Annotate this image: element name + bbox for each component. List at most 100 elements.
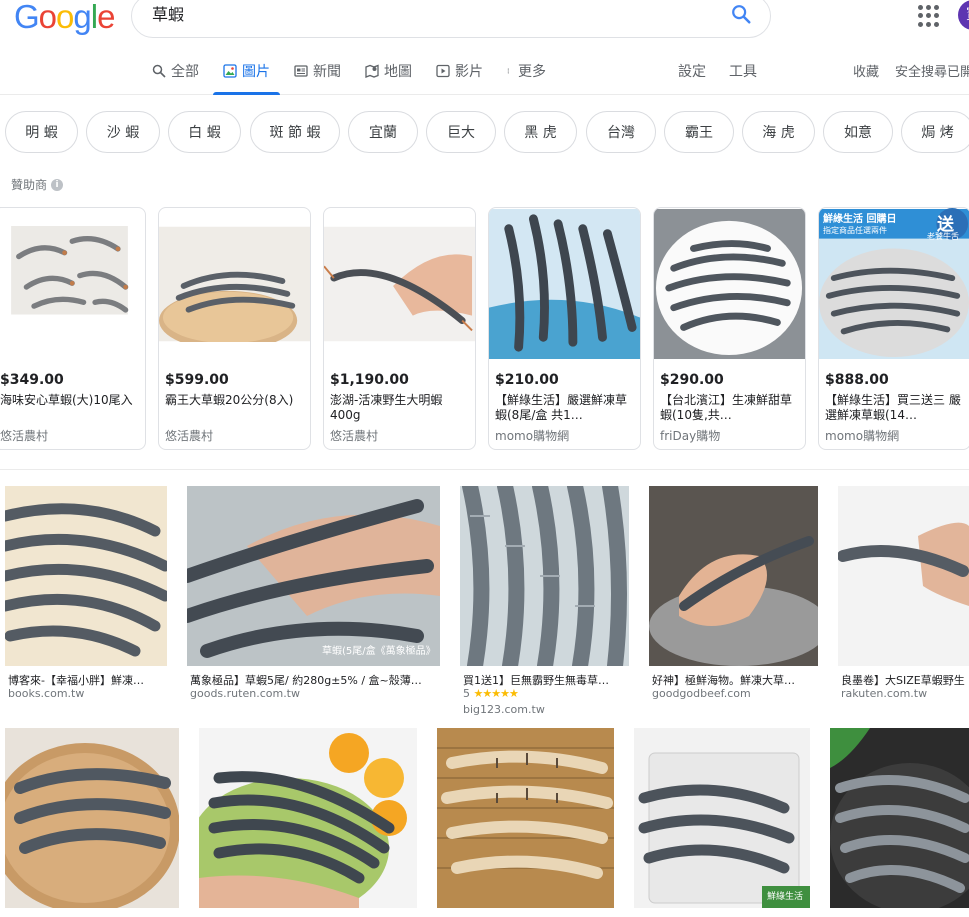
tab-maps[interactable]: 地圖	[365, 61, 412, 95]
chip[interactable]: 霸王	[664, 111, 734, 153]
result-caption: 買1送1】巨無霸野生無毒草…	[463, 674, 609, 687]
image-result[interactable]	[437, 728, 614, 917]
search-icon[interactable]	[730, 3, 752, 25]
chip[interactable]: 如意	[823, 111, 893, 153]
image-watermark: 鮮綠生活	[767, 892, 804, 902]
result-caption: 萬象極品】草蝦5尾/ 約280g±5% / 盒~殼薄…	[190, 674, 422, 687]
chip[interactable]: 巨大	[426, 111, 496, 153]
product-card[interactable]: $290.00 【台北濱江】生凍鮮甜草蝦(10隻,共… friDay購物	[653, 207, 806, 450]
product-price: $210.00	[495, 372, 559, 388]
result-image	[460, 486, 629, 666]
image-result[interactable]	[830, 728, 969, 917]
chip[interactable]: 海 虎	[742, 111, 815, 153]
search-input[interactable]: 草蝦	[152, 3, 184, 27]
tab-label: 地圖	[384, 64, 412, 80]
collections-link[interactable]: 收藏	[853, 61, 879, 80]
settings-link[interactable]: 設定	[678, 61, 706, 81]
product-image	[324, 226, 475, 342]
result-domain: big123.com.tw	[463, 703, 545, 716]
result-image	[187, 486, 440, 666]
sponsored-text: 贊助商	[11, 178, 48, 192]
chip[interactable]: 黑 虎	[504, 111, 577, 153]
product-price: $290.00	[660, 372, 724, 388]
result-domain: rakuten.com.tw	[841, 687, 928, 700]
result-image	[5, 728, 179, 908]
promo-badge-sub: 老饕牛舌	[927, 232, 959, 241]
product-merchant: 悠活農村	[330, 429, 379, 443]
more-icon	[507, 68, 509, 74]
chip[interactable]: 沙 蝦	[86, 111, 160, 153]
image-result[interactable]: 鮮綠生活	[634, 728, 810, 917]
promo-banner-sub: 指定商品任選兩件	[823, 226, 887, 235]
result-domain: books.com.tw	[8, 687, 85, 700]
product-card[interactable]: $349.00 海味安心草蝦(大)10尾入 悠活農村	[0, 207, 146, 450]
chip[interactable]: 宜蘭	[348, 111, 418, 153]
product-card[interactable]: 鮮綠生活 回購日 指定商品任選兩件 送 老饕牛舌 $888.00 【鮮綠生活】買…	[818, 207, 969, 450]
tab-more[interactable]: 更多	[507, 61, 546, 95]
image-result[interactable]	[199, 728, 417, 917]
image-result[interactable]: 博客來-【幸福小胖】鮮凍… books.com.tw	[5, 486, 167, 706]
tab-images[interactable]: 圖片	[213, 61, 280, 95]
chip[interactable]: 明 蝦	[5, 111, 78, 153]
logo-letter: e	[97, 0, 115, 35]
chip[interactable]: 台灣	[586, 111, 656, 153]
tab-label: 新聞	[313, 64, 341, 80]
image-watermark: 草蝦(5尾/盒《萬象極品》	[322, 646, 436, 657]
google-logo[interactable]: Google	[14, 0, 115, 35]
chip[interactable]: 焗 烤	[901, 111, 969, 153]
tab-news[interactable]: 新聞	[294, 61, 341, 95]
avatar[interactable]: 寶	[958, 0, 969, 30]
product-image	[159, 226, 310, 342]
chip[interactable]: 斑 節 蝦	[250, 111, 340, 153]
section-divider	[0, 469, 969, 470]
product-title: 海味安心草蝦(大)10尾入	[0, 393, 133, 407]
search-icon	[152, 64, 166, 78]
logo-letter: o	[56, 0, 74, 35]
image-result[interactable]: 好神】極鮮海物。鮮凍大草… goodgodbeef.com	[649, 486, 818, 706]
product-card[interactable]: $1,190.00 澎湖-活凍野生大明蝦400g 悠活農村	[323, 207, 476, 450]
image-icon	[223, 64, 237, 78]
tab-all[interactable]: 全部	[152, 61, 199, 95]
product-merchant: momo購物網	[825, 429, 900, 443]
news-icon	[294, 65, 308, 77]
image-result[interactable]: 草蝦(5尾/盒《萬象極品》 萬象極品】草蝦5尾/ 約280g±5% / 盒~殼薄…	[187, 486, 440, 706]
product-merchant: 悠活農村	[0, 429, 49, 443]
product-title: 【鮮綠生活】買三送三 嚴選鮮凍草蝦(14…	[825, 393, 961, 422]
result-image	[199, 728, 417, 908]
search-tabs: 全部 圖片 新聞 地圖 影片 更多 設定 工具 收藏 安全搜尋已開	[0, 55, 969, 95]
search-box[interactable]: 草蝦	[131, 0, 771, 38]
result-caption: 良墨卷】大SIZE草蝦野生	[841, 674, 965, 687]
rating-value: 5	[463, 687, 470, 700]
sponsored-label: 贊助商 i	[11, 176, 64, 193]
chip[interactable]: 白 蝦	[168, 111, 241, 153]
result-image	[830, 728, 969, 908]
result-image	[437, 728, 614, 908]
product-card[interactable]: $599.00 霸王大草蝦20公分(8入) 悠活農村	[158, 207, 311, 450]
tools-link[interactable]: 工具	[729, 61, 757, 81]
video-icon	[436, 64, 450, 78]
product-title: 澎湖-活凍野生大明蝦400g	[330, 393, 443, 422]
result-domain: goodgodbeef.com	[652, 687, 751, 700]
tab-videos[interactable]: 影片	[436, 61, 483, 95]
result-image	[634, 728, 810, 908]
tab-label: 全部	[171, 64, 199, 80]
product-price: $1,190.00	[330, 372, 409, 388]
promo-banner: 鮮綠生活 回購日	[823, 214, 897, 225]
result-image	[5, 486, 167, 666]
product-image	[654, 208, 805, 360]
shopping-carousel: $349.00 海味安心草蝦(大)10尾入 悠活農村 $599.00 霸王大草蝦…	[0, 207, 969, 450]
product-card[interactable]: $210.00 【鮮綠生活】嚴選鮮凍草蝦(8尾/盒 共1… momo購物網	[488, 207, 641, 450]
image-result[interactable]	[5, 728, 179, 917]
apps-grid-icon[interactable]	[918, 5, 940, 27]
image-result[interactable]: 買1送1】巨無霸野生無毒草… 5 ★★★★★ big123.com.tw	[460, 486, 629, 716]
star-rating-icon: ★★★★★	[473, 687, 519, 700]
result-image	[838, 486, 969, 666]
info-icon[interactable]: i	[51, 178, 64, 191]
logo-letter: G	[14, 0, 40, 35]
image-result[interactable]: 良墨卷】大SIZE草蝦野生 rakuten.com.tw	[838, 486, 969, 706]
product-price: $888.00	[825, 372, 889, 388]
safesearch-status[interactable]: 安全搜尋已開	[895, 61, 969, 80]
result-image	[649, 486, 818, 666]
product-title: 【鮮綠生活】嚴選鮮凍草蝦(8尾/盒 共1…	[495, 393, 628, 422]
result-rating: 5 ★★★★★	[463, 687, 519, 700]
